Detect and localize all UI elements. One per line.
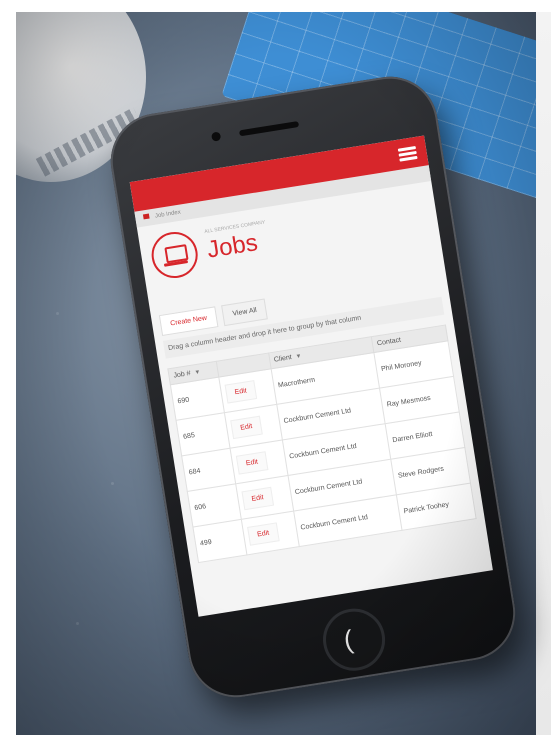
front-camera [210,131,222,142]
laptop-icon [148,228,201,282]
breadcrumb-label[interactable]: Job Index [155,210,182,220]
filter-icon[interactable]: ▼ [194,369,201,376]
phone-screen: Job Index ALL SERVICES COMPANY Jobs Crea… [129,135,493,617]
stone-speck [76,622,79,625]
menu-icon[interactable] [397,145,418,162]
edit-button[interactable]: Edit [246,522,280,546]
jobs-table: Job # ▼ Client ▼ Contact 690 Edit Macrothe… [167,324,477,563]
edit-button[interactable]: Edit [224,380,258,404]
edit-button[interactable]: Edit [235,451,269,475]
edit-button[interactable]: Edit [230,415,263,440]
photo-edge [536,12,551,735]
stone-speck [56,312,59,315]
chevron-down-icon[interactable]: ▼ [295,353,302,360]
home-icon[interactable] [142,213,150,220]
home-button[interactable]: ( [318,604,390,676]
create-new-button[interactable]: Create New [158,306,219,336]
fingerprint-icon: ( [341,624,355,656]
earpiece-speaker [238,121,300,137]
edit-button[interactable]: Edit [241,486,274,511]
job-number: 499 [192,519,247,563]
stone-speck [111,482,114,485]
page-title: Jobs [205,229,260,264]
view-all-button[interactable]: View All [221,298,269,327]
